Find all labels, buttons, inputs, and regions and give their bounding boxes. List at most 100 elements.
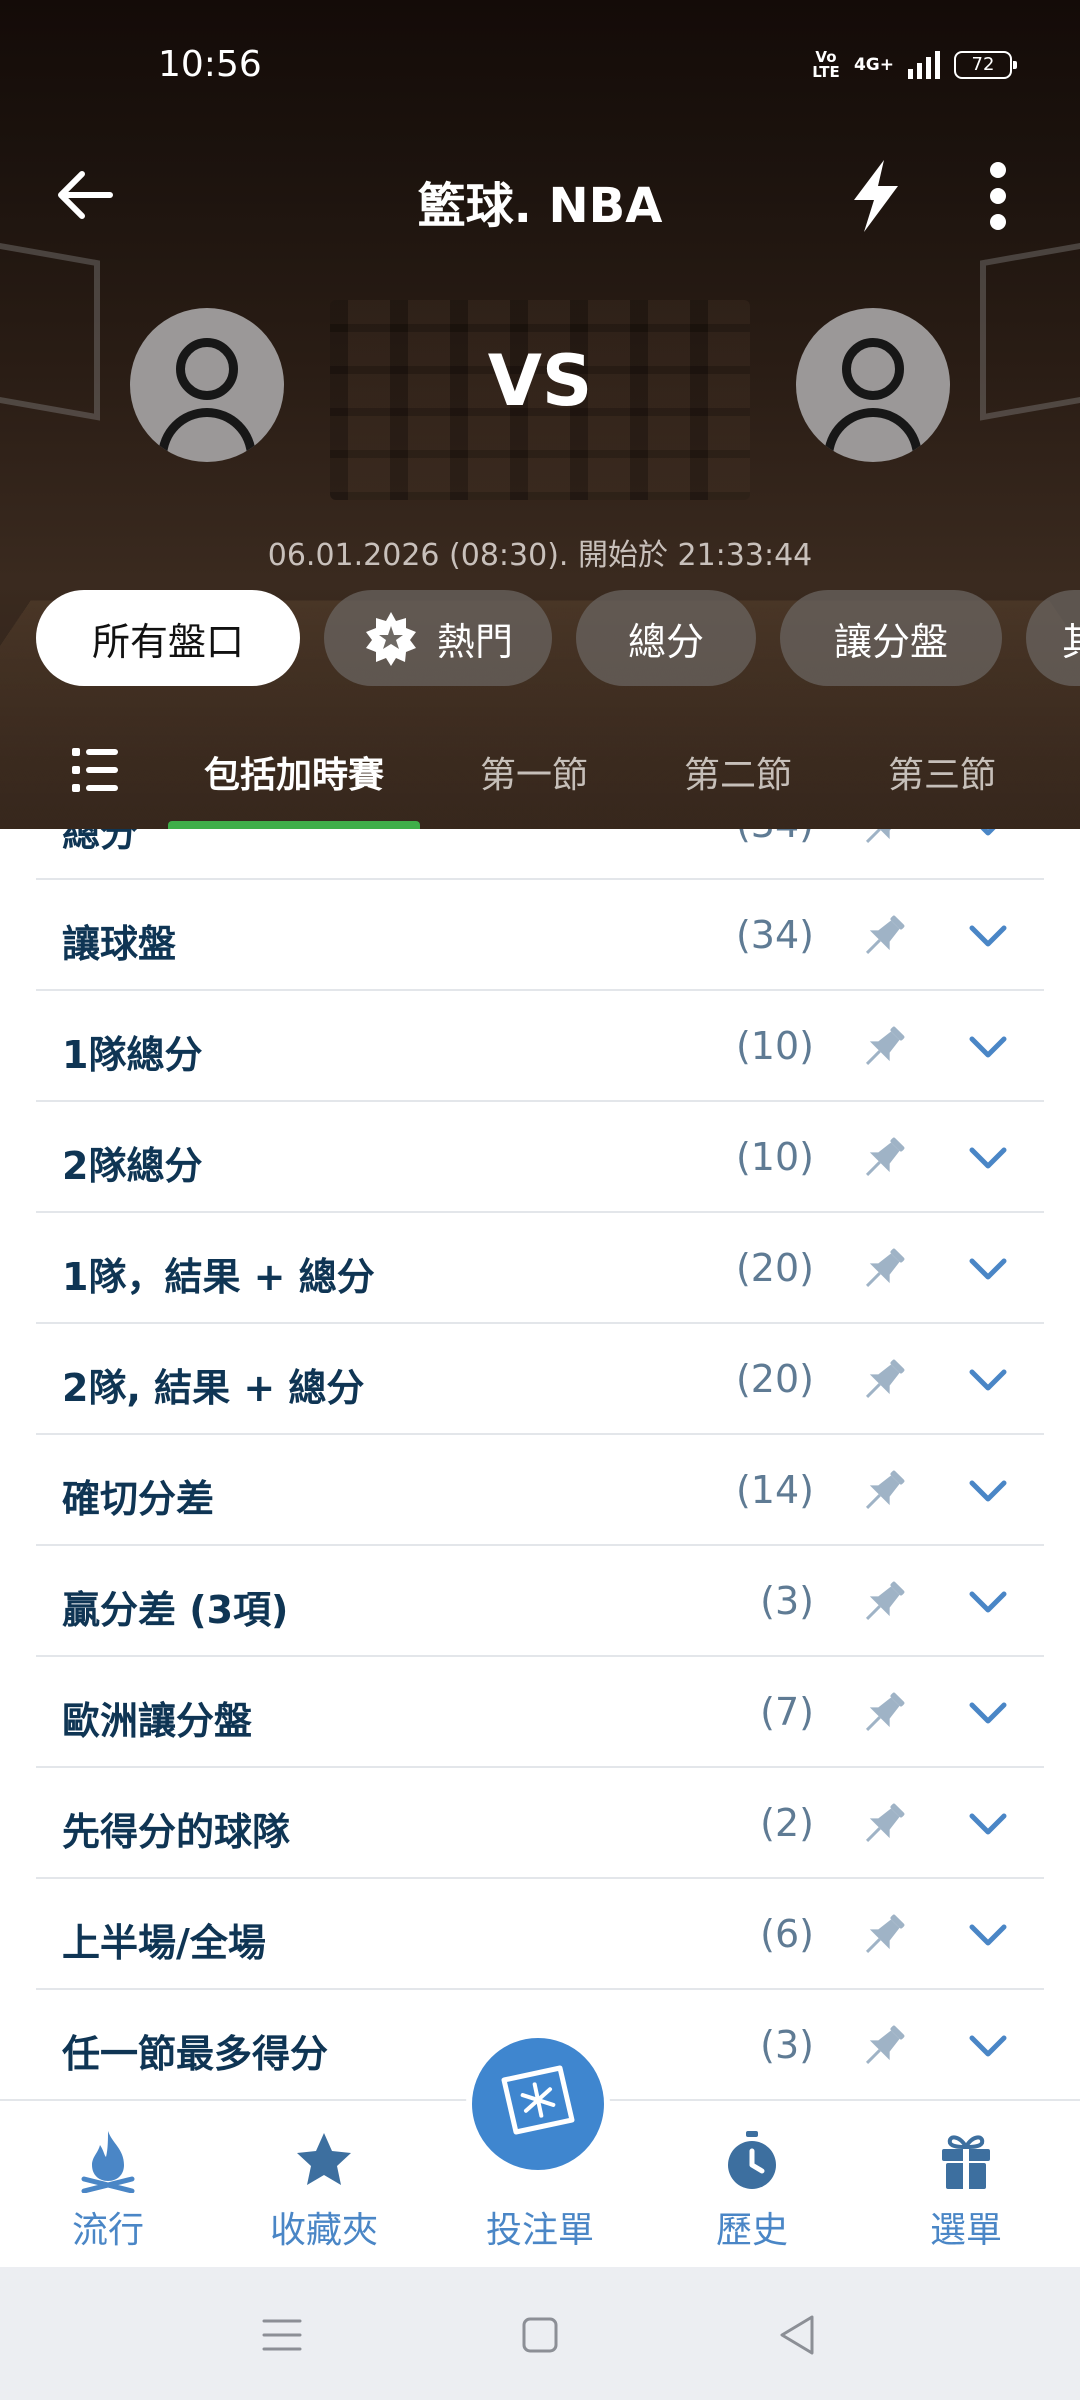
- chevron-down-icon[interactable]: [966, 1919, 1010, 1951]
- back-arrow-icon[interactable]: [50, 160, 120, 230]
- market-name: 2隊總分: [62, 1135, 202, 1190]
- market-count: (7): [760, 1690, 814, 1734]
- market-count: (14): [736, 1468, 814, 1512]
- chevron-down-icon[interactable]: [966, 1586, 1010, 1618]
- market-name: 1隊總分: [62, 1024, 202, 1079]
- match-start-time: 06.01.2026 (08:30). 開始於 21:33:44: [0, 530, 1080, 574]
- chevron-down-icon[interactable]: [966, 920, 1010, 952]
- chip-other[interactable]: 其: [1026, 590, 1080, 686]
- market-name: 上半場/全場: [62, 1912, 266, 1967]
- market-name: 2隊, 結果 + 總分: [62, 1357, 364, 1412]
- chevron-down-icon[interactable]: [966, 1253, 1010, 1285]
- market-count: (20): [736, 1357, 814, 1401]
- chevron-down-icon[interactable]: [966, 1697, 1010, 1729]
- team1-avatar[interactable]: [130, 308, 284, 462]
- match-header: 10:56 Vo LTE 4G+ 72 籃球. NBA VS 06.01.202…: [0, 0, 1080, 829]
- market-count: (20): [736, 1246, 814, 1290]
- market-row[interactable]: 上半場/全場 (6): [36, 1879, 1044, 1990]
- stopwatch-icon: [722, 2129, 782, 2193]
- lightning-icon[interactable]: [840, 156, 910, 236]
- chevron-down-icon[interactable]: [966, 2030, 1010, 2062]
- volte-icon: Vo LTE: [812, 50, 840, 80]
- chip-totals[interactable]: 總分: [576, 590, 756, 686]
- pin-icon[interactable]: [858, 1132, 910, 1184]
- market-count: (2): [760, 1801, 814, 1845]
- market-row[interactable]: 贏分差 (3項) (3): [36, 1546, 1044, 1657]
- market-count: (3): [760, 1579, 814, 1623]
- status-bar: 10:56 Vo LTE 4G+ 72: [0, 0, 1080, 136]
- flame-icon: [78, 2129, 138, 2193]
- market-row[interactable]: 歐洲讓分盤 (7): [36, 1657, 1044, 1768]
- battery-icon: 72: [954, 51, 1012, 79]
- market-name: 確切分差: [62, 1468, 214, 1523]
- system-back-icon[interactable]: [770, 2307, 826, 2363]
- chevron-down-icon[interactable]: [966, 1142, 1010, 1174]
- market-name: 總分: [62, 829, 138, 857]
- pin-icon[interactable]: [858, 1909, 910, 1961]
- chevron-down-icon[interactable]: [966, 1364, 1010, 1396]
- star-badge-icon: [363, 610, 419, 666]
- tab-third-quarter[interactable]: 第三節: [888, 746, 996, 798]
- system-navigation-bar: [0, 2267, 1080, 2400]
- market-row[interactable]: 確切分差 (14): [36, 1435, 1044, 1546]
- chevron-down-icon[interactable]: [966, 829, 1010, 841]
- pin-icon[interactable]: [858, 829, 910, 851]
- market-row[interactable]: 2隊, 結果 + 總分 (20): [36, 1324, 1044, 1435]
- market-filter-chips: 所有盤口 熱門 總分 讓分盤 其: [36, 590, 1080, 686]
- market-row[interactable]: 先得分的球隊 (2): [36, 1768, 1044, 1879]
- pin-icon[interactable]: [858, 1687, 910, 1739]
- chip-all-markets[interactable]: 所有盤口: [36, 590, 300, 686]
- vs-label: VS: [440, 340, 640, 422]
- nav-favorites[interactable]: 收藏夾: [234, 2129, 414, 2259]
- tab-second-quarter[interactable]: 第二節: [684, 746, 792, 798]
- market-row[interactable]: 2隊總分 (10): [36, 1102, 1044, 1213]
- market-name: 任一節最多得分: [62, 2023, 328, 2078]
- active-tab-indicator: [168, 821, 420, 829]
- market-name: 讓球盤: [62, 913, 176, 968]
- tab-first-quarter[interactable]: 第一節: [480, 746, 588, 798]
- pin-icon[interactable]: [858, 1465, 910, 1517]
- pin-icon[interactable]: [858, 1243, 910, 1295]
- market-list: 總分 (34) 讓球盤 (34) 1隊總分 (10) 2隊總分 (10) 1隊，結果 + 總分 (…: [0, 829, 1080, 2099]
- network-type: 4G+: [854, 55, 894, 75]
- market-row[interactable]: 1隊總分 (10): [36, 991, 1044, 1102]
- chevron-down-icon[interactable]: [966, 1475, 1010, 1507]
- chevron-down-icon[interactable]: [966, 1031, 1010, 1063]
- chevron-down-icon[interactable]: [966, 1808, 1010, 1840]
- pin-icon[interactable]: [858, 1576, 910, 1628]
- snowflake-ticket-icon: [494, 2062, 582, 2146]
- market-row[interactable]: 讓球盤 (34): [36, 880, 1044, 991]
- pin-icon[interactable]: [858, 1021, 910, 1073]
- tab-overtime-included[interactable]: 包括加時賽: [204, 746, 384, 798]
- market-count: (34): [736, 913, 814, 957]
- market-count: (6): [760, 1912, 814, 1956]
- nav-history[interactable]: 歷史: [662, 2129, 842, 2259]
- market-count: (34): [736, 829, 814, 846]
- market-row[interactable]: 1隊，結果 + 總分 (20): [36, 1213, 1044, 1324]
- pin-icon[interactable]: [858, 1354, 910, 1406]
- market-count: (10): [736, 1135, 814, 1179]
- more-vertical-icon[interactable]: [970, 156, 1026, 236]
- list-icon[interactable]: [70, 744, 122, 796]
- pin-icon[interactable]: [858, 2020, 910, 2072]
- recents-icon[interactable]: [254, 2307, 310, 2363]
- chip-handicap[interactable]: 讓分盤: [780, 590, 1002, 686]
- market-name: 1隊，結果 + 總分: [62, 1246, 375, 1301]
- page-title: 籃球. NBA: [340, 166, 740, 236]
- status-clock: 10:56: [158, 44, 262, 85]
- chip-popular[interactable]: 熱門: [324, 590, 552, 686]
- team2-avatar[interactable]: [796, 308, 950, 462]
- nav-menu[interactable]: 選單: [876, 2129, 1056, 2259]
- betslip-ticket-button[interactable]: [466, 2032, 610, 2176]
- nav-trending[interactable]: 流行: [18, 2129, 198, 2259]
- pin-icon[interactable]: [858, 1798, 910, 1850]
- period-tabs: 包括加時賽 第一節 第二節 第三節: [0, 722, 1080, 829]
- market-row[interactable]: 總分 (34): [36, 829, 1044, 880]
- home-icon[interactable]: [512, 2307, 568, 2363]
- market-count: (3): [760, 2023, 814, 2067]
- left-hoop-background: [0, 239, 100, 420]
- market-count: (10): [736, 1024, 814, 1068]
- star-icon: [294, 2129, 354, 2193]
- pin-icon[interactable]: [858, 910, 910, 962]
- market-name: 先得分的球隊: [62, 1801, 290, 1856]
